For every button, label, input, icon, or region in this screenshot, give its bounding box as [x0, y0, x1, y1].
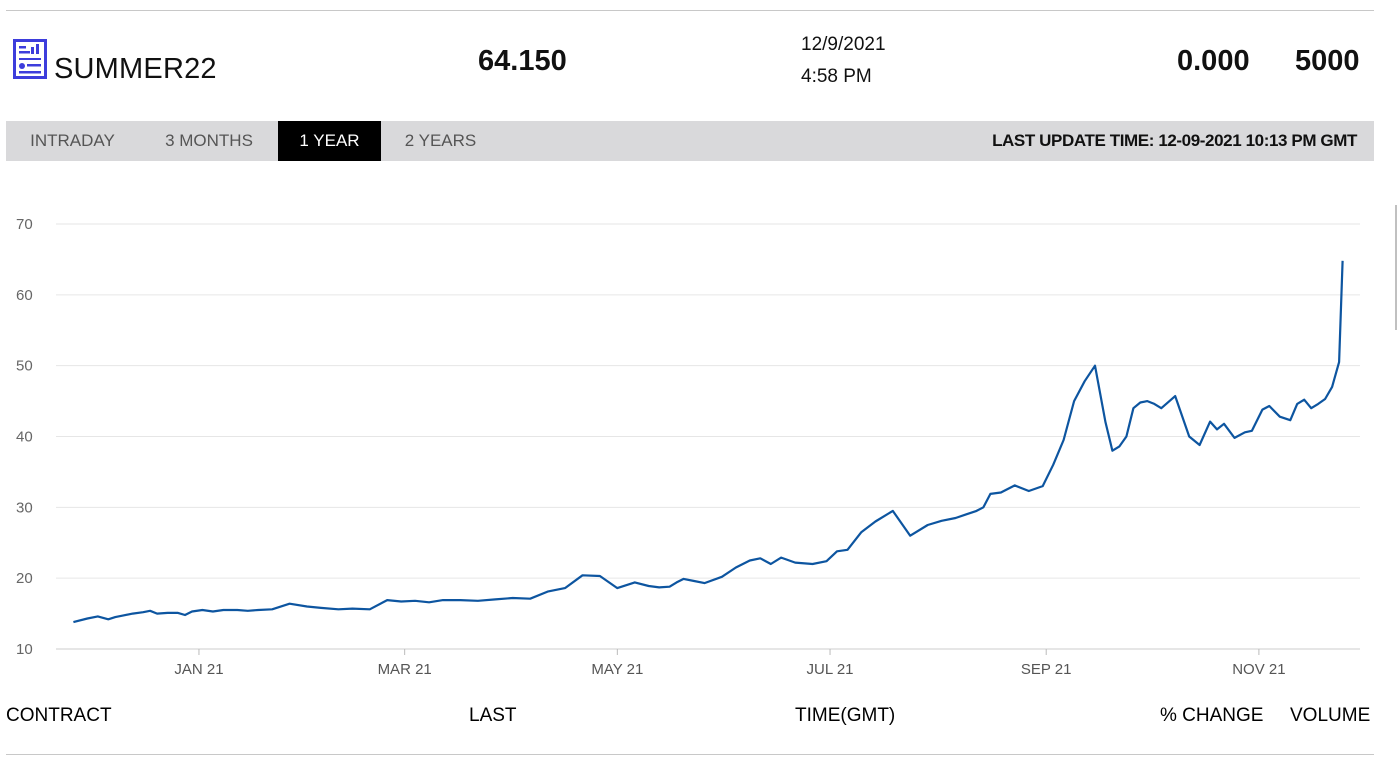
quote-date: 12/9/2021 [801, 34, 886, 55]
column-time: TIME(GMT) [795, 705, 896, 726]
y-tick-label: 10 [16, 641, 33, 658]
column-last: LAST [469, 705, 517, 726]
tab-2-years[interactable]: 2 YEARS [384, 121, 497, 161]
quote-time: 4:58 PM [801, 66, 872, 87]
last-update-time: LAST UPDATE TIME: 12-09-2021 10:13 PM GM… [992, 131, 1357, 150]
chart-grid [56, 223, 1360, 650]
x-axis-ticks: JAN 21 MAR 21 MAY 21 JUL 21 SEP 21 NOV 21 [174, 649, 1286, 678]
y-tick-label: 40 [16, 429, 33, 446]
volume: 5000 [1295, 45, 1360, 77]
last-price: 64.150 [478, 45, 567, 77]
y-tick-label: 70 [16, 216, 33, 233]
column-contract: CONTRACT [6, 705, 112, 726]
tab-3-months[interactable]: 3 MONTHS [143, 121, 275, 161]
x-tick-label: NOV 21 [1232, 661, 1285, 678]
range-tab-bar: INTRADAY 3 MONTHS 1 YEAR 2 YEARS LAST UP… [6, 121, 1374, 161]
y-tick-label: 50 [16, 358, 33, 375]
bottom-divider [6, 754, 1374, 755]
y-axis-ticks: 10 20 30 40 50 60 70 [16, 216, 33, 658]
price-series-line [73, 260, 1344, 624]
tab-intraday[interactable]: INTRADAY [6, 121, 139, 161]
x-tick-label: MAY 21 [591, 661, 643, 678]
column-percent-change: % CHANGE [1160, 705, 1264, 726]
column-volume: VOLUME [1290, 705, 1371, 726]
tab-1-year[interactable]: 1 YEAR [278, 121, 381, 161]
x-tick-label: JAN 21 [174, 661, 223, 678]
top-divider [6, 10, 1374, 11]
price-chart: 10 20 30 40 50 60 70 JAN 21 MAR 21 MAY 21 JUL 21 S… [16, 216, 1360, 678]
contract-name: SUMMER22 [54, 53, 217, 85]
x-tick-label: SEP 21 [1021, 661, 1072, 678]
y-tick-label: 60 [16, 287, 33, 304]
x-tick-label: JUL 21 [807, 661, 854, 678]
contract-report-icon [13, 39, 47, 79]
percent-change: 0.000 [1177, 45, 1250, 77]
y-tick-label: 20 [16, 570, 33, 587]
y-tick-label: 30 [16, 499, 33, 516]
x-tick-label: MAR 21 [378, 661, 432, 678]
